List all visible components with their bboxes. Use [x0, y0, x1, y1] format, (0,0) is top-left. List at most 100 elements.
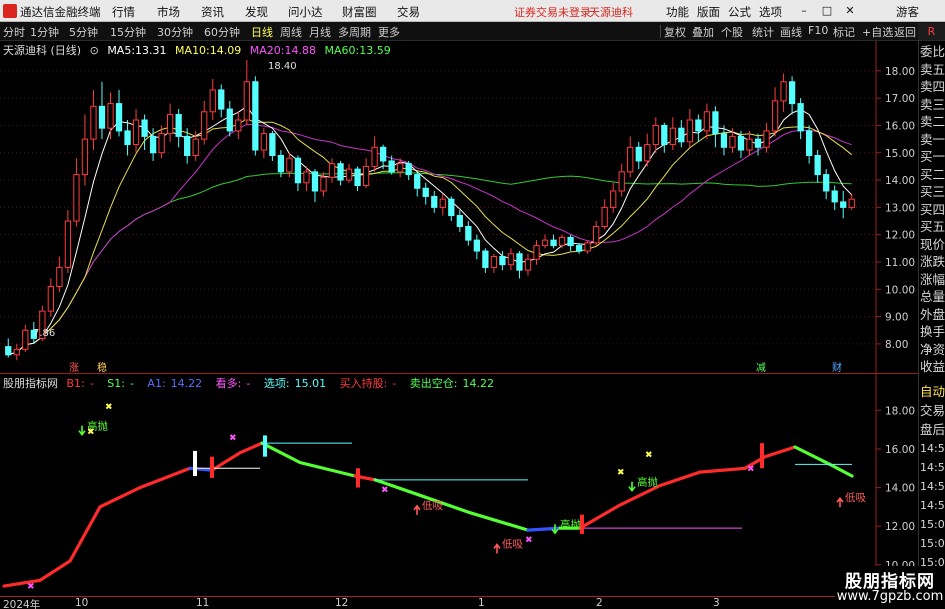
- candle-body[interactable]: [64, 220, 72, 268]
- maximize-icon[interactable]: □: [818, 3, 836, 19]
- candle-body[interactable]: [584, 242, 591, 252]
- candle-body[interactable]: [379, 146, 387, 162]
- tool-overlay[interactable]: 叠加: [692, 24, 714, 40]
- period-15min[interactable]: 15分钟: [110, 24, 146, 40]
- candle-body[interactable]: [848, 198, 855, 208]
- candle-body[interactable]: [823, 174, 830, 192]
- candle-body[interactable]: [712, 111, 719, 135]
- candle-body[interactable]: [371, 146, 378, 167]
- candle-body[interactable]: [439, 198, 446, 208]
- candle-body[interactable]: [788, 81, 796, 105]
- candle-body[interactable]: [814, 154, 821, 176]
- trade-panel-label[interactable]: 自动: [920, 385, 945, 399]
- candle-body[interactable]: [652, 124, 659, 146]
- candle-body[interactable]: [328, 163, 336, 178]
- tool-back[interactable]: 返回: [894, 24, 916, 40]
- candle-body[interactable]: [209, 89, 216, 113]
- candle-body[interactable]: [235, 119, 242, 132]
- menu-layout[interactable]: 版面: [697, 4, 720, 20]
- candle-body[interactable]: [558, 236, 566, 247]
- candle-body[interactable]: [482, 250, 489, 268]
- candle-body[interactable]: [81, 138, 89, 176]
- period-60min[interactable]: 60分钟: [204, 24, 240, 40]
- candle-body[interactable]: [158, 133, 165, 154]
- trade-panel-label[interactable]: 盘后: [920, 423, 945, 437]
- candle-body[interactable]: [422, 187, 429, 197]
- candle-body[interactable]: [5, 346, 12, 356]
- tool-stats[interactable]: 统计: [752, 24, 774, 40]
- candle-body[interactable]: [22, 329, 29, 350]
- candle-body[interactable]: [490, 256, 498, 268]
- close-icon[interactable]: ✕: [841, 3, 859, 19]
- guest-button[interactable]: 游客: [896, 4, 919, 20]
- candle-body[interactable]: [516, 253, 523, 271]
- candle-body[interactable]: [541, 239, 549, 247]
- period-more[interactable]: 更多: [378, 24, 400, 40]
- candle-body[interactable]: [473, 239, 481, 252]
- candle-body[interactable]: [686, 119, 694, 143]
- candle-body[interactable]: [567, 236, 574, 247]
- indicator-name[interactable]: 股朋指标网: [3, 377, 58, 390]
- period-intraday[interactable]: 分时: [3, 24, 25, 40]
- candle-body[interactable]: [184, 135, 191, 156]
- menu-function[interactable]: 功能: [666, 4, 689, 20]
- candle-body[interactable]: [226, 108, 233, 132]
- menu-market-quotes[interactable]: 行情: [112, 4, 135, 20]
- candle-body[interactable]: [98, 105, 106, 129]
- candle-body[interactable]: [499, 256, 506, 266]
- minimize-icon[interactable]: –: [795, 3, 813, 19]
- candle-body[interactable]: [320, 176, 327, 192]
- candle-body[interactable]: [678, 127, 685, 143]
- menu-discover[interactable]: 发现: [245, 4, 268, 20]
- candle-body[interactable]: [805, 130, 813, 156]
- period-weekly[interactable]: 周线: [280, 24, 302, 40]
- candle-body[interactable]: [610, 190, 617, 208]
- candle-body[interactable]: [362, 165, 370, 187]
- candle-body[interactable]: [73, 174, 80, 222]
- candle-body[interactable]: [507, 253, 515, 266]
- main-price-chart[interactable]: 18.00 17.00 16.00 15.00 14.00 13.00 12.00 11.00…: [0, 41, 918, 373]
- candle-body[interactable]: [627, 146, 634, 173]
- period-5min[interactable]: 5分钟: [69, 24, 98, 40]
- candle-body[interactable]: [107, 103, 114, 129]
- candle-body[interactable]: [243, 81, 250, 121]
- candle-body[interactable]: [149, 135, 157, 154]
- candle-body[interactable]: [669, 127, 676, 146]
- candle-body[interactable]: [780, 81, 787, 102]
- period-monthly[interactable]: 月线: [309, 24, 331, 40]
- candle-body[interactable]: [729, 135, 736, 148]
- candle-body[interactable]: [720, 133, 728, 148]
- candle-body[interactable]: [303, 171, 310, 184]
- login-notice[interactable]: 证券交易未登录: [514, 4, 591, 20]
- menu-ask[interactable]: 问小达: [288, 4, 323, 20]
- marker-finance[interactable]: 财: [832, 361, 842, 373]
- menu-wealth-circle[interactable]: 财富圈: [342, 4, 377, 20]
- right-panel-toggle[interactable]: R: [918, 23, 945, 40]
- candle-body[interactable]: [763, 130, 770, 148]
- candle-body[interactable]: [448, 198, 455, 217]
- candle-body[interactable]: [124, 130, 131, 146]
- candle-body[interactable]: [414, 174, 421, 189]
- candle-body[interactable]: [575, 245, 583, 252]
- candle-body[interactable]: [192, 138, 199, 156]
- candle-body[interactable]: [754, 138, 762, 148]
- candle-body[interactable]: [286, 157, 293, 173]
- tool-add-watchlist[interactable]: +自选: [862, 24, 893, 40]
- candle-body[interactable]: [115, 103, 123, 132]
- indicator-chart[interactable]: 18.0016.0014.0012.0010.00 高抛低吸低吸高抛高抛低吸✖✖…: [0, 373, 918, 596]
- marker-rise[interactable]: 涨: [69, 362, 79, 373]
- candle-body[interactable]: [797, 103, 804, 132]
- candle-body[interactable]: [269, 133, 276, 156]
- candle-body[interactable]: [533, 245, 540, 260]
- candle-body[interactable]: [405, 163, 412, 176]
- period-daily[interactable]: 日线: [251, 24, 273, 40]
- candle-body[interactable]: [388, 160, 395, 173]
- period-1min[interactable]: 1分钟: [30, 24, 59, 40]
- period-multi[interactable]: 多周期: [338, 24, 371, 40]
- candle-body[interactable]: [456, 215, 463, 227]
- tool-draw[interactable]: 画线: [780, 24, 802, 40]
- menu-formula[interactable]: 公式: [728, 4, 751, 20]
- tool-adjust[interactable]: 复权: [664, 24, 686, 40]
- candle-body[interactable]: [260, 133, 268, 151]
- candle-body[interactable]: [337, 163, 344, 181]
